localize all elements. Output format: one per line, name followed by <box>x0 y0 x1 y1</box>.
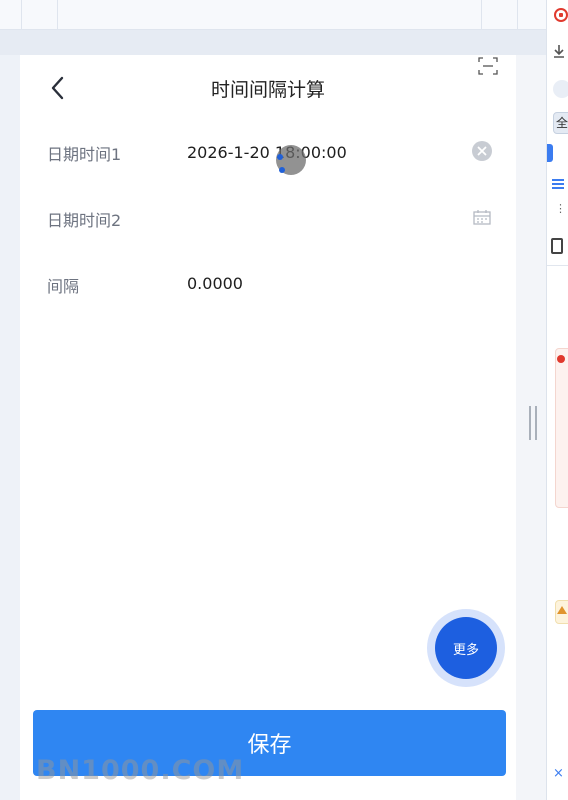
datetime2-row: 日期时间2 <box>20 197 516 237</box>
calendar-button[interactable] <box>473 209 491 225</box>
clear-button[interactable] <box>472 141 492 161</box>
more-dots-icon[interactable]: ⋮ <box>555 202 568 215</box>
page-header: 时间间隔计算 <box>20 55 516 121</box>
tab-cell <box>22 0 58 30</box>
interval-value: 0.0000 <box>187 274 243 293</box>
splitter-handle[interactable] <box>529 406 537 440</box>
left-gutter <box>0 55 20 800</box>
download-icon[interactable] <box>552 44 568 62</box>
panel-toggle-icon[interactable] <box>551 238 563 254</box>
mobile-app-panel: 时间间隔计算 日期时间1 日期时间2 间隔 0.0000 更多 <box>20 55 516 800</box>
divider <box>547 265 568 266</box>
watermark: BN1000.COM <box>36 755 245 786</box>
collapse-tab[interactable] <box>547 144 553 162</box>
browser-toolbar-band <box>0 30 546 55</box>
datetime1-input[interactable] <box>187 140 457 164</box>
tab-cell <box>0 0 22 30</box>
touch-cursor-dot <box>279 167 285 173</box>
record-icon[interactable] <box>554 8 568 22</box>
warning-icon <box>557 606 567 614</box>
datetime1-label: 日期时间1 <box>47 145 122 164</box>
tab-cell <box>482 0 518 30</box>
touch-cursor-dot <box>277 154 283 160</box>
interval-row: 间隔 0.0000 <box>20 263 516 303</box>
alert-card[interactable] <box>555 348 568 508</box>
list-icon[interactable] <box>551 178 565 190</box>
interval-label: 间隔 <box>47 277 80 296</box>
close-icon[interactable]: × <box>553 766 568 781</box>
more-button-label: 更多 <box>435 617 497 679</box>
tab-cell <box>58 0 482 30</box>
browser-tab-strip <box>0 0 546 30</box>
datetime1-row: 日期时间1 <box>20 131 516 171</box>
page-title: 时间间隔计算 <box>210 79 325 101</box>
datetime2-label: 日期时间2 <box>47 211 122 230</box>
side-tab-label: 全 <box>556 116 568 130</box>
calendar-icon <box>473 210 491 225</box>
right-tool-panel: 全 ⋮ × <box>546 0 568 800</box>
side-tab-all[interactable]: 全 <box>553 112 568 134</box>
more-button[interactable]: 更多 <box>427 609 505 687</box>
datetime2-input[interactable] <box>187 206 457 230</box>
avatar[interactable] <box>553 80 568 98</box>
error-dot-icon <box>557 355 565 363</box>
clear-icon <box>477 146 487 156</box>
